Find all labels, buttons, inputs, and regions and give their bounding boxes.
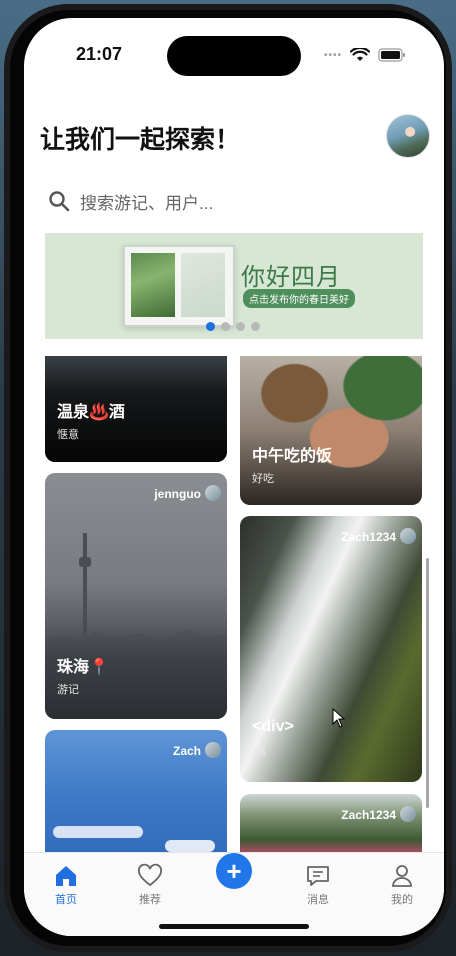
- search-icon: [49, 191, 70, 212]
- post-card[interactable]: 温泉♨️酒 惬意: [45, 356, 227, 462]
- card-subtitle: 好吃: [252, 473, 274, 485]
- carousel-dot[interactable]: [236, 322, 245, 331]
- page-title: 让我们一起探索！: [40, 126, 241, 154]
- carousel-indicator: [206, 322, 260, 331]
- card-title: 中午吃的饭: [252, 448, 333, 465]
- card-author: Zach1234: [341, 808, 396, 822]
- message-icon: [307, 866, 329, 886]
- author-avatar: [205, 485, 221, 501]
- tab-profile[interactable]: 我的: [372, 863, 432, 907]
- mouse-cursor-icon: [332, 708, 346, 728]
- tab-messages[interactable]: 消息: [288, 863, 348, 907]
- post-card[interactable]: Zach: [45, 730, 227, 870]
- banner-subtitle: 点击发布你的春日美好: [243, 289, 355, 308]
- search-input[interactable]: 搜索游记、用户...: [80, 189, 213, 214]
- tab-recommend[interactable]: 推荐: [120, 863, 180, 907]
- battery-icon: [378, 48, 406, 62]
- card-title: 温泉♨️酒: [57, 404, 125, 421]
- card-title: <div>: [252, 718, 294, 735]
- tab-label: 首页: [55, 894, 77, 906]
- carousel-dot[interactable]: [221, 322, 230, 331]
- signal-dots-icon: ••••: [324, 49, 343, 61]
- add-post-button[interactable]: +: [216, 853, 252, 889]
- author-avatar: [205, 742, 221, 758]
- banner-title: 你好四月: [241, 263, 341, 291]
- tab-label: 我的: [391, 894, 413, 906]
- card-author: Zach1234: [341, 530, 396, 544]
- card-subtitle: 游记: [57, 684, 79, 696]
- card-subtitle: &&: [252, 746, 267, 758]
- card-subtitle: 惬意: [57, 429, 79, 441]
- card-title: 珠海📍: [57, 659, 109, 676]
- user-avatar[interactable]: [386, 114, 430, 158]
- carousel-dot[interactable]: [251, 322, 260, 331]
- scrollbar[interactable]: [426, 558, 429, 808]
- author-avatar: [400, 528, 416, 544]
- banner-window-image: [123, 245, 235, 327]
- wifi-icon: [350, 48, 371, 62]
- home-icon: [56, 866, 76, 886]
- author-avatar: [400, 806, 416, 822]
- search-bar[interactable]: 搜索游记、用户...: [48, 186, 418, 216]
- home-indicator[interactable]: [159, 924, 309, 929]
- heart-icon: [138, 863, 162, 887]
- plus-icon: +: [226, 856, 242, 886]
- status-time: 21:07: [76, 44, 123, 64]
- card-author: Zach: [172, 744, 201, 758]
- app-screen: 21:07 •••• 让我们一起探索！ 搜索游记、用户... 你好四月 点击发布…: [24, 18, 444, 936]
- tab-label: 推荐: [139, 894, 161, 906]
- status-indicators: ••••: [324, 48, 406, 62]
- carousel-dot[interactable]: [206, 322, 215, 331]
- post-card[interactable]: jennguo 珠海📍 游记: [45, 473, 227, 719]
- tab-label: 消息: [307, 894, 329, 906]
- user-icon: [392, 865, 412, 887]
- dynamic-island: [167, 36, 301, 76]
- card-author: jennguo: [154, 487, 201, 501]
- post-card[interactable]: Zach1234 <div> &&: [240, 516, 422, 782]
- post-card[interactable]: 中午吃的饭 好吃: [240, 356, 422, 505]
- tab-home[interactable]: 首页: [36, 863, 96, 907]
